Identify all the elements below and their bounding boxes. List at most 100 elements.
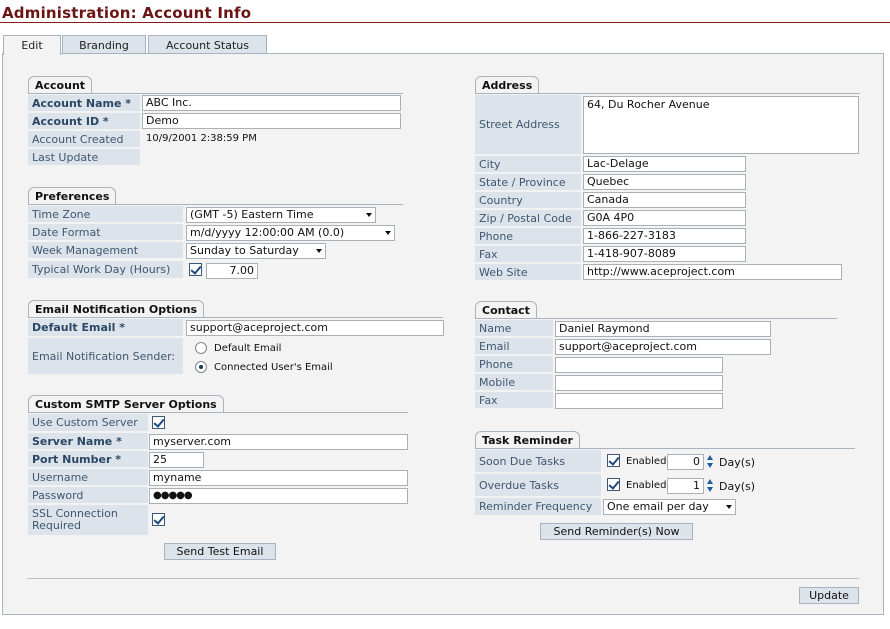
reminder-frequency-label: Reminder Frequency — [475, 498, 601, 515]
tab-branding[interactable]: Branding — [62, 35, 146, 54]
city-label: City — [475, 156, 581, 172]
update-button[interactable]: Update — [799, 587, 859, 604]
default-email-label: Default Email * — [28, 319, 183, 336]
account-created-label: Account Created — [28, 131, 140, 147]
sender-default-radio[interactable] — [195, 342, 207, 354]
sender-default-label: Default Email — [214, 343, 282, 354]
contact-email-label: Email — [475, 338, 553, 354]
sender-connected-radio[interactable] — [195, 361, 207, 373]
contact-email-input[interactable]: support@aceproject.com — [555, 339, 771, 355]
password-input[interactable]: ●●●●● — [149, 488, 408, 504]
workday-checkbox[interactable] — [189, 263, 202, 276]
ssl-label-line2: Required — [32, 519, 81, 532]
soon-due-enabled-checkbox[interactable] — [607, 454, 620, 467]
account-name-label: Account Name * — [28, 95, 140, 111]
account-id-input[interactable]: Demo — [142, 113, 401, 129]
default-email-input[interactable]: support@aceproject.com — [186, 320, 444, 336]
title-divider — [0, 22, 890, 23]
workday-hours-input[interactable]: 7.00 — [206, 263, 258, 279]
country-label: Country — [475, 192, 581, 208]
contact-phone-input[interactable] — [555, 357, 723, 373]
checkmark-icon — [608, 478, 620, 490]
task-reminder-section-divider — [475, 448, 855, 449]
overdue-enabled-checkbox[interactable] — [607, 478, 620, 491]
contact-section-heading: Contact — [475, 301, 537, 318]
port-number-label: Port Number * — [28, 451, 148, 467]
dateformat-label: Date Format — [28, 224, 183, 240]
arrow-up-icon — [707, 455, 713, 460]
contact-name-label: Name — [475, 320, 553, 336]
week-management-select[interactable]: Sunday to Saturday — [186, 243, 326, 259]
overdue-days-spinner[interactable] — [706, 478, 714, 494]
reminder-frequency-value: One email per day — [607, 500, 709, 513]
state-input[interactable]: Quebec — [583, 174, 746, 190]
tab-account-status[interactable]: Account Status — [148, 35, 267, 54]
fax-input[interactable]: 1-418-907-8089 — [583, 246, 746, 262]
overdue-label: Overdue Tasks — [475, 474, 601, 496]
phone-input[interactable]: 1-866-227-3183 — [583, 228, 746, 244]
zip-input[interactable]: G0A 4P0 — [583, 210, 746, 226]
contact-phone-label: Phone — [475, 356, 553, 372]
reminder-frequency-select[interactable]: One email per day — [603, 499, 736, 515]
address-section-divider — [475, 93, 860, 94]
soon-due-enabled-label: Enabled — [626, 456, 667, 467]
timezone-label: Time Zone — [28, 206, 183, 222]
soon-due-label: Soon Due Tasks — [475, 450, 601, 472]
dateformat-select[interactable]: m/d/yyyy 12:00:00 AM (0.0) — [186, 225, 395, 241]
smtp-section-heading: Custom SMTP Server Options — [28, 395, 224, 412]
workday-label: Typical Work Day (Hours) — [28, 261, 183, 278]
checkmark-icon — [608, 454, 620, 466]
task-reminder-section-heading: Task Reminder — [475, 431, 580, 448]
state-label: State / Province — [475, 174, 581, 190]
use-custom-server-label: Use Custom Server — [28, 414, 148, 431]
city-input[interactable]: Lac-Delage — [583, 156, 746, 172]
notification-sender-label: Email Notification Sender: — [28, 338, 183, 374]
contact-mobile-label: Mobile — [475, 374, 553, 390]
username-input[interactable]: myname — [149, 470, 408, 486]
soon-due-days-suffix: Day(s) — [719, 456, 756, 469]
ssl-label: SSL Connection Required — [28, 505, 148, 535]
address-section-heading: Address — [475, 76, 540, 93]
send-reminders-button[interactable]: Send Reminder(s) Now — [540, 523, 693, 540]
account-section-heading: Account — [28, 76, 93, 93]
arrow-down-icon — [707, 463, 713, 468]
email-notification-section-divider — [28, 317, 443, 318]
soon-due-days-input[interactable]: 0 — [667, 454, 704, 470]
week-management-label: Week Management — [28, 242, 183, 258]
checkmark-icon — [153, 416, 165, 428]
overdue-days-input[interactable]: 1 — [667, 478, 704, 494]
send-test-email-button[interactable]: Send Test Email — [164, 543, 276, 560]
zip-label: Zip / Postal Code — [475, 210, 581, 226]
street-address-textarea[interactable]: 64, Du Rocher Avenue — [583, 96, 859, 154]
dateformat-value: m/d/yyyy 12:00:00 AM (0.0) — [190, 226, 345, 239]
port-number-input[interactable]: 25 — [149, 452, 204, 468]
use-custom-server-checkbox[interactable] — [152, 416, 165, 429]
last-update-label: Last Update — [28, 149, 140, 165]
overdue-enabled-label: Enabled — [626, 480, 667, 491]
chevron-down-icon — [316, 249, 322, 253]
phone-label: Phone — [475, 228, 581, 244]
chevron-down-icon — [726, 505, 732, 509]
timezone-select[interactable]: (GMT -5) Eastern Time — [186, 207, 376, 223]
account-name-input[interactable]: ABC Inc. — [142, 95, 401, 111]
server-name-input[interactable]: myserver.com — [149, 434, 408, 450]
footer-divider — [27, 578, 859, 579]
account-id-label: Account ID * — [28, 113, 140, 129]
contact-name-input[interactable]: Daniel Raymond — [555, 321, 771, 337]
ssl-checkbox[interactable] — [152, 513, 165, 526]
account-section-divider — [28, 93, 403, 94]
week-management-value: Sunday to Saturday — [190, 244, 299, 257]
server-name-label: Server Name * — [28, 433, 148, 449]
preferences-section-divider — [28, 204, 403, 205]
tab-edit[interactable]: Edit — [3, 35, 61, 55]
username-label: Username — [28, 469, 148, 485]
country-input[interactable]: Canada — [583, 192, 746, 208]
soon-due-days-spinner[interactable] — [706, 454, 714, 470]
smtp-section-divider — [28, 412, 408, 413]
password-label: Password — [28, 487, 148, 503]
checkmark-icon — [153, 513, 165, 525]
contact-mobile-input[interactable] — [555, 375, 723, 391]
contact-fax-input[interactable] — [555, 393, 723, 409]
website-input[interactable]: http://www.aceproject.com — [583, 264, 842, 280]
contact-fax-label: Fax — [475, 392, 553, 408]
